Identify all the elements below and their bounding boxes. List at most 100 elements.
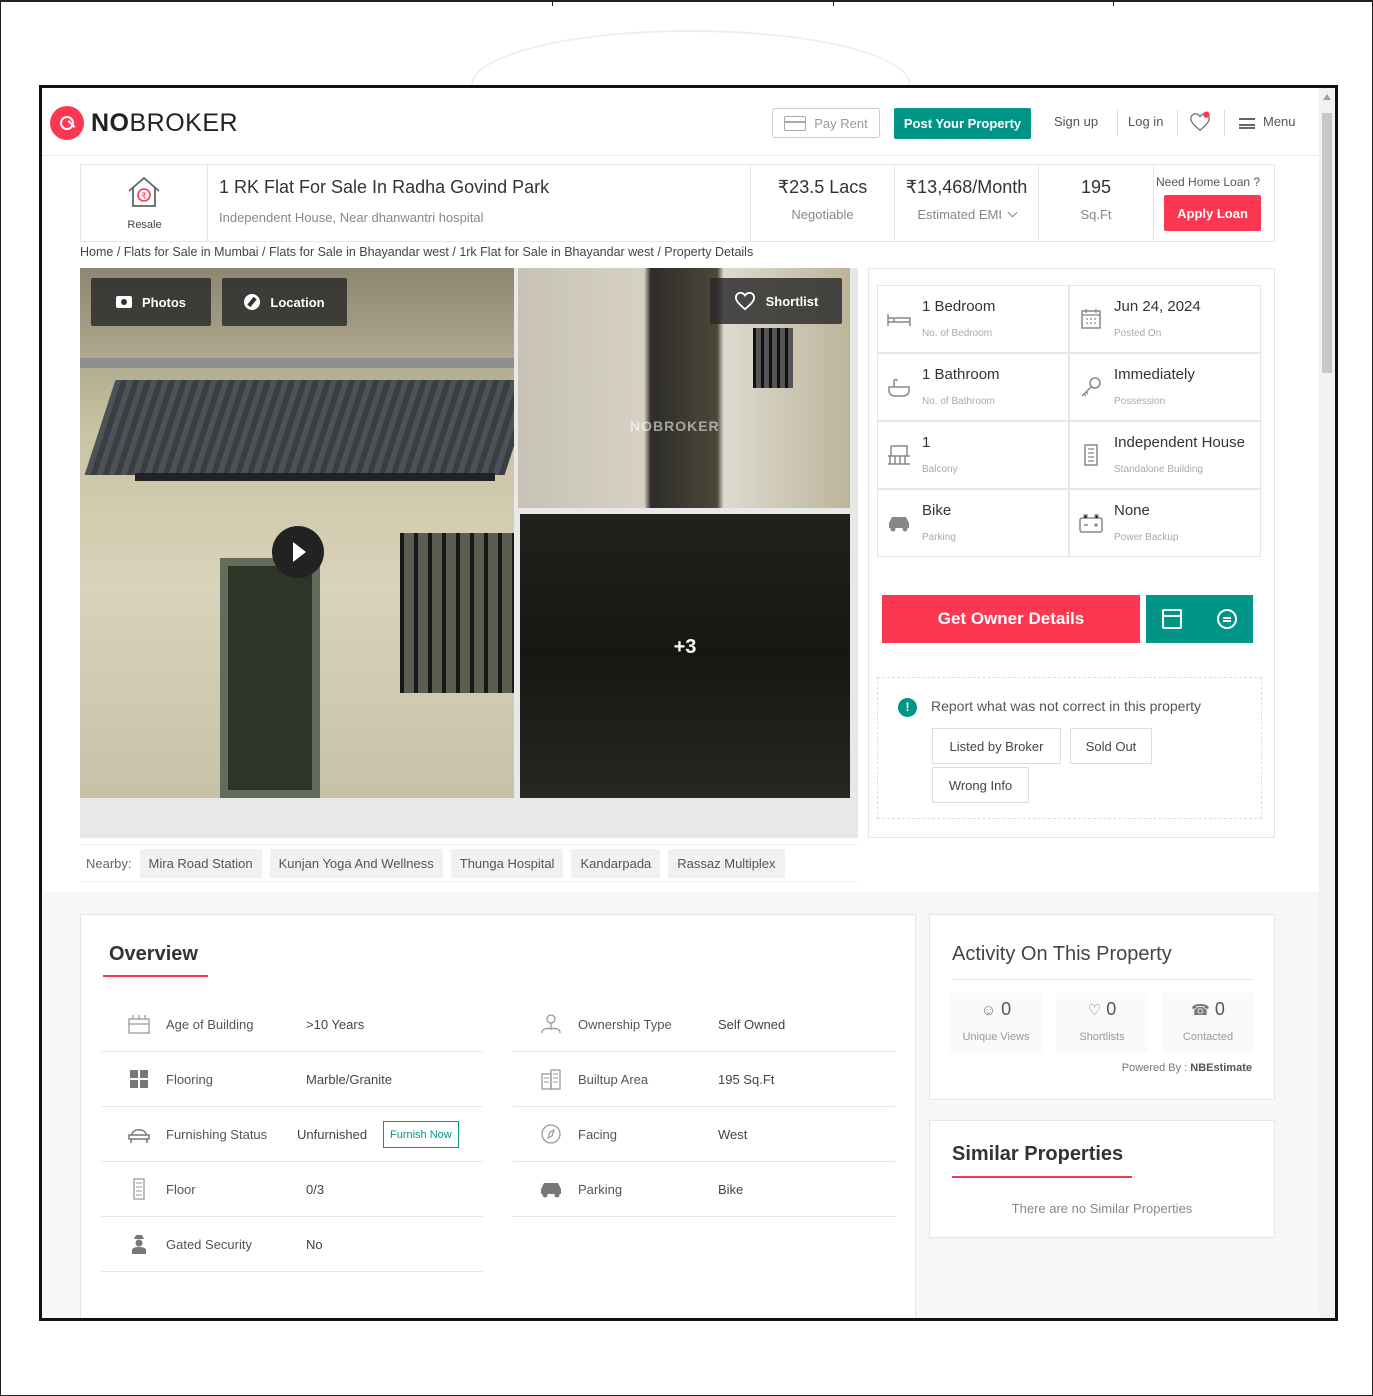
spec-label: Possession [1114, 396, 1166, 407]
building-icon [1084, 444, 1098, 466]
overview-card: Overview Age of Building >10 Years Floor… [80, 914, 916, 1318]
overview-row: Flooring Marble/Granite [101, 1052, 483, 1107]
overview-key: Flooring [166, 1072, 213, 1087]
listing-title-bar: ₹ Resale 1 RK Flat For Sale In Radha Gov… [80, 164, 1275, 242]
overview-value: West [718, 1127, 748, 1142]
main-photo[interactable] [80, 268, 514, 798]
site-header: NOBROKER Pay Rent Post Your Property Sig… [42, 88, 1319, 156]
sold-out-button[interactable]: Sold Out [1070, 728, 1152, 764]
compass-icon [541, 1124, 561, 1144]
photo-window-grille [400, 533, 514, 693]
nearby-chip[interactable]: Kunjan Yoga And Wellness [269, 848, 443, 878]
emi-block[interactable]: ₹13,468/Month Estimated EMI [895, 165, 1039, 241]
calendar-icon [1081, 309, 1101, 329]
pay-rent-button[interactable]: Pay Rent [772, 108, 880, 138]
price-value: ₹23.5 Lacs [777, 177, 868, 197]
spec-label: Power Backup [1114, 532, 1179, 543]
bed-icon [887, 314, 911, 326]
nearby-chip[interactable]: Kandarpada [571, 848, 661, 878]
shortlist-heart-icon[interactable] [1189, 111, 1211, 133]
menu-icon[interactable] [1239, 118, 1255, 129]
location-label: Location [270, 294, 325, 310]
overview-value: Marble/Granite [306, 1072, 392, 1087]
camera-icon [115, 296, 132, 308]
photo-roof [84, 380, 514, 475]
shortlists-stat: ♡ 0 Shortlists [1056, 993, 1148, 1053]
scrollbar-thumb[interactable] [1322, 113, 1332, 373]
flooring-icon [130, 1070, 148, 1088]
play-video-icon[interactable] [272, 526, 324, 578]
sign-up-link[interactable]: Sign up [1054, 114, 1098, 129]
spec-posted-on: Jun 24, 2024 Posted On [1069, 285, 1261, 353]
card-icon [784, 115, 807, 131]
schedule-visit-icon[interactable] [1162, 609, 1182, 629]
spec-value: 1 Bathroom [922, 366, 1000, 383]
listing-heading: 1 RK Flat For Sale In Radha Govind Park … [208, 165, 751, 241]
listing-title: 1 RK Flat For Sale In Radha Govind Park [219, 177, 550, 197]
activity-card: Activity On This Property ☺ 0 Unique Vie… [929, 914, 1275, 1100]
photo-watermark: NOBROKER [630, 418, 720, 434]
apply-loan-button[interactable]: Apply Loan [1164, 195, 1261, 231]
get-owner-details-button[interactable]: Get Owner Details [882, 595, 1140, 643]
balcony-icon [888, 445, 910, 465]
overview-key: Age of Building [166, 1017, 254, 1032]
overview-underline [103, 975, 208, 977]
resale-badge: ₹ Resale [81, 165, 208, 241]
emi-value: ₹13,468/Month [905, 177, 1028, 197]
overview-value: Unfurnished [297, 1127, 368, 1142]
area-unit: Sq.Ft [1080, 207, 1112, 222]
listed-by-broker-button[interactable]: Listed by Broker [932, 728, 1061, 764]
floor-icon [133, 1178, 145, 1200]
spec-label: Parking [922, 532, 956, 543]
post-property-button[interactable]: Post Your Property [894, 108, 1031, 139]
more-photos-tile[interactable]: +3 [520, 514, 850, 798]
overview-row: Facing West [513, 1107, 895, 1162]
menu-link[interactable]: Menu [1263, 114, 1296, 129]
spec-label: Balcony [922, 464, 958, 475]
breadcrumb[interactable]: Home / Flats for Sale in Mumbai / Flats … [80, 245, 753, 259]
overview-key: Builtup Area [578, 1072, 649, 1087]
spec-power-backup: None Power Backup [1069, 489, 1261, 557]
photos-button[interactable]: Photos [91, 278, 211, 326]
furnish-now-button[interactable]: Furnish Now [383, 1121, 459, 1148]
area-value: 195 [1080, 177, 1112, 197]
spec-bathroom: 1 Bathroom No. of Bathroom [877, 353, 1069, 421]
nearby-chip[interactable]: Rassaz Multiplex [668, 848, 785, 878]
heart-icon: ♡ [1087, 1002, 1102, 1019]
scroll-up-arrow-icon[interactable] [1323, 94, 1331, 100]
overview-key: Parking [578, 1182, 623, 1197]
spec-value: None [1114, 502, 1150, 519]
home-loan-question: Need Home Loan ? [1156, 175, 1261, 189]
lower-section: Overview Age of Building >10 Years Floor… [42, 892, 1319, 1318]
photo-beam [135, 473, 495, 481]
activity-divider [952, 979, 1252, 980]
similar-title: Similar Properties [952, 1143, 1124, 1165]
browser-window: NOBROKER Pay Rent Post Your Property Sig… [39, 85, 1338, 1321]
photo-gallery: NOBROKER +3 Photos Location Shortlist [80, 268, 858, 838]
nearby-chip[interactable]: Mira Road Station [139, 848, 262, 878]
report-box: ! Report what was not correct in this pr… [877, 677, 1262, 819]
similar-properties-card: Similar Properties There are no Similar … [929, 1120, 1275, 1238]
vertical-scrollbar[interactable] [1319, 88, 1335, 1318]
nearby-chip[interactable]: Thunga Hospital [450, 848, 564, 878]
screenshot-frame: NOBROKER Pay Rent Post Your Property Sig… [0, 0, 1373, 1396]
location-button[interactable]: Location [222, 278, 347, 326]
info-icon: ! [898, 698, 917, 717]
log-in-link[interactable]: Log in [1128, 114, 1163, 129]
nobroker-logo[interactable]: NOBROKER [50, 106, 238, 140]
spec-label: No. of Bedroom [922, 328, 993, 339]
stat-count: ☺ 0 [980, 999, 1012, 1019]
photo-window [753, 328, 793, 388]
spec-value: Independent House [1114, 434, 1245, 451]
header-divider [1117, 110, 1118, 136]
emi-note: Estimated EMI [895, 207, 1038, 222]
area-icon [541, 1069, 561, 1090]
stat-label: Unique Views [962, 1031, 1030, 1043]
chevron-down-icon [1007, 207, 1018, 218]
chat-icon[interactable] [1217, 609, 1237, 629]
wrong-info-button[interactable]: Wrong Info [932, 767, 1029, 803]
overview-value: Self Owned [718, 1017, 786, 1032]
overview-row: Ownership Type Self Owned [513, 997, 895, 1052]
more-photos-count: +3 [673, 636, 697, 658]
shortlist-button[interactable]: Shortlist [710, 278, 842, 324]
